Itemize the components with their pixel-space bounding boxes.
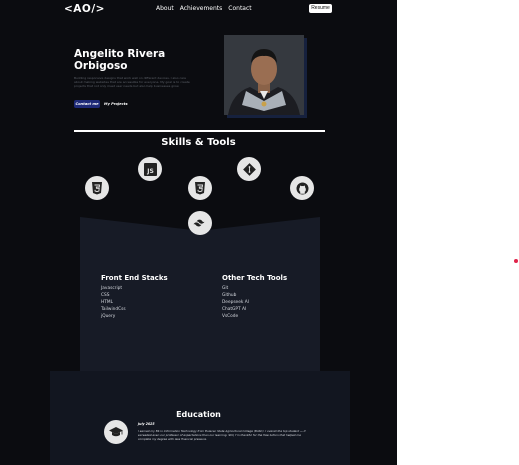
hero-description: Building responsive designs that work we…: [74, 76, 190, 89]
front-end-title: Front End Stacks: [101, 274, 168, 282]
nav-link-contact[interactable]: Contact: [228, 5, 251, 12]
education-text: I earned my BS in Information Technology…: [138, 429, 306, 441]
list-item: TailwindCss: [101, 307, 126, 312]
top-nav: About Achievements Contact: [156, 5, 252, 12]
my-projects-link[interactable]: My Projects: [104, 100, 128, 108]
list-item: Git: [222, 286, 229, 291]
list-item: HTML: [101, 300, 113, 305]
education-title: Education: [176, 410, 221, 419]
list-item: ChatGPT AI: [222, 307, 247, 312]
blank-pane: [397, 0, 519, 465]
list-item: Deepseek AI: [222, 300, 249, 305]
list-item: jQuery: [101, 314, 116, 319]
indicator-dot: [514, 259, 518, 263]
education-date: July 2025: [138, 422, 155, 426]
list-item: Javascript: [101, 286, 123, 291]
html5-icon: [85, 176, 109, 200]
list-item: VsCode: [222, 314, 239, 319]
tailwind-icon: [188, 211, 212, 235]
list-item: Github: [222, 293, 237, 298]
section-divider: [74, 130, 325, 132]
js-icon: JS: [138, 157, 162, 181]
list-item: CSS: [101, 293, 110, 298]
svg-text:JS: JS: [146, 168, 154, 175]
hero-name: Angelito Rivera Orbigoso: [74, 48, 166, 72]
front-end-stacks: Front End Stacks Javascript CSS HTML Tai…: [101, 274, 168, 320]
github-icon: [290, 176, 314, 200]
graduation-cap-icon: [104, 420, 128, 444]
profile-photo: [224, 35, 304, 115]
site-logo[interactable]: <AO/>: [64, 3, 105, 15]
git-icon: [237, 157, 261, 181]
resume-button[interactable]: Resume: [309, 4, 332, 13]
nav-link-achievements[interactable]: Achievements: [180, 5, 223, 12]
other-tech-tools: Other Tech Tools Git Github Deepseek AI …: [222, 274, 287, 320]
nav-link-about[interactable]: About: [156, 5, 174, 12]
portfolio-page: <AO/> About Achievements Contact Resume …: [0, 0, 397, 465]
css3-icon: [188, 176, 212, 200]
contact-me-button[interactable]: Contact me: [74, 100, 100, 108]
other-tools-title: Other Tech Tools: [222, 274, 288, 282]
skills-title: Skills & Tools: [161, 137, 236, 148]
